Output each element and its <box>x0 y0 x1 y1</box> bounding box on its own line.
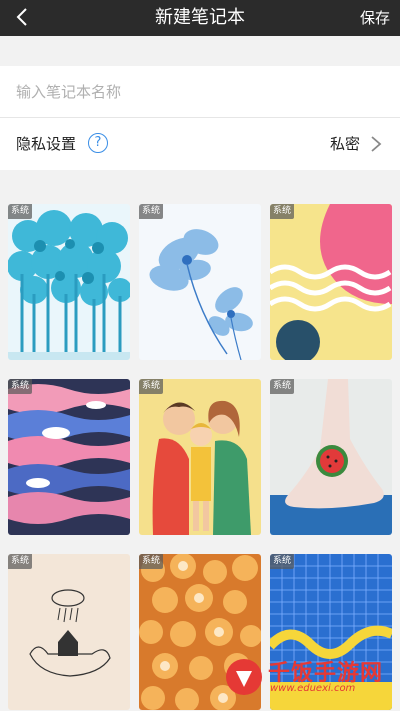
pink-waves-illustration <box>270 204 392 360</box>
system-badge: 系统 <box>139 554 164 569</box>
blue-flower-illustration <box>139 204 261 360</box>
cover-item[interactable]: 系统 <box>8 204 130 360</box>
system-badge: 系统 <box>8 554 33 569</box>
privacy-value: 私密 <box>329 135 360 153</box>
cover-grid: 系统 系统 系统 系统 系统 系统 系统 系统 系统 <box>0 180 400 711</box>
privacy-label: 隐私设置 <box>16 135 77 153</box>
system-badge: 系统 <box>139 379 164 394</box>
notebook-form: 隐私设置 ? 私密 <box>0 66 400 170</box>
system-badge: 系统 <box>139 204 164 219</box>
site-watermark: 千饭手游网 www.eduexi.com <box>224 653 394 701</box>
watermark-url: www.eduexi.com <box>270 683 356 694</box>
chevron-right-icon <box>371 136 382 152</box>
help-icon[interactable]: ? <box>88 133 108 153</box>
family-hug-illustration <box>139 379 261 535</box>
notebook-name-input[interactable] <box>16 76 376 108</box>
save-button[interactable]: 保存 <box>360 0 390 36</box>
cover-item[interactable]: 系统 <box>8 554 130 710</box>
watermark-logo-icon <box>226 659 262 695</box>
privacy-setting-row[interactable]: 隐私设置 ? 私密 <box>0 118 400 170</box>
house-in-hand-illustration <box>8 554 130 710</box>
cover-item[interactable]: 系统 <box>270 204 392 360</box>
whale-sea-illustration <box>8 379 130 535</box>
cover-item[interactable]: 系统 <box>139 379 261 535</box>
page-title: 新建笔记本 <box>155 7 245 28</box>
cover-item[interactable]: 系统 <box>8 379 130 535</box>
blue-forest-illustration <box>8 204 130 360</box>
cover-item[interactable]: 系统 <box>139 204 261 360</box>
system-badge: 系统 <box>270 554 295 569</box>
system-badge: 系统 <box>8 204 33 219</box>
cover-item[interactable]: 系统 <box>270 379 392 535</box>
system-badge: 系统 <box>270 204 295 219</box>
system-badge: 系统 <box>8 379 33 394</box>
system-badge: 系统 <box>270 379 295 394</box>
watermelon-foot-illustration <box>270 379 392 535</box>
spacer <box>0 36 400 66</box>
top-nav-bar: 新建笔记本 保存 <box>0 0 400 36</box>
name-row <box>0 66 400 118</box>
